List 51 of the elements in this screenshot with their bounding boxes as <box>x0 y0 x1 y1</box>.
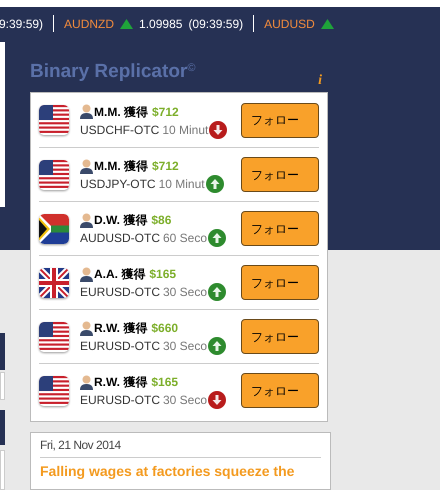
expiry-period: 30 Seco <box>163 338 208 355</box>
person-icon <box>80 320 93 336</box>
stars-stripes-flag-icon <box>39 376 69 406</box>
expiry-period: 10 Minut <box>162 122 208 138</box>
quote-time: (09:39:59) <box>188 16 244 32</box>
follow-button[interactable]: フォロー <box>241 373 319 408</box>
profit-amount: $86 <box>151 212 172 229</box>
currency-pair[interactable]: AUDUSD <box>264 14 315 32</box>
trader-name: D.W. 獲得 <box>94 212 148 229</box>
cross-flag-icon <box>39 268 69 298</box>
news-date: Fri, 21 Nov 2014 <box>40 433 321 458</box>
follow-button[interactable]: フォロー <box>241 102 319 138</box>
asset-name: EURUSD-OTC <box>80 284 160 301</box>
asset-name: USDJPY-OTC <box>80 176 156 193</box>
expiry-period: 10 Minut <box>158 176 205 193</box>
side-panel <box>0 372 5 400</box>
profit-amount: $712 <box>152 158 179 175</box>
expiry-period: 30 Seco <box>163 284 208 301</box>
asset-name: EURUSD-OTC <box>80 392 160 409</box>
person-icon <box>80 266 93 282</box>
info-link[interactable]: i <box>318 70 322 92</box>
person-icon <box>80 374 93 390</box>
asset-name: USDCHF-OTC <box>80 122 160 138</box>
profit-amount: $712 <box>152 104 179 120</box>
striped-flag-icon <box>39 214 69 244</box>
profit-amount: $165 <box>149 266 176 283</box>
person-icon <box>80 104 93 119</box>
person-icon <box>80 212 93 228</box>
trader-name: R.W. 獲得 <box>94 374 148 391</box>
stars-stripes-flag-icon <box>39 105 69 135</box>
expiry-period: 60 Seco <box>163 230 208 247</box>
follow-button[interactable]: フォロー <box>241 211 319 246</box>
price: 1.09985 <box>139 16 182 32</box>
trader-name: A.A. 獲得 <box>94 266 146 283</box>
expiry-period: 30 Seco <box>163 392 208 409</box>
profit-amount: $660 <box>151 320 178 337</box>
follow-button[interactable]: フォロー <box>241 157 319 192</box>
asset-name: AUDUSD-OTC <box>80 230 160 247</box>
trader-name: M.M. 獲得 <box>94 158 148 175</box>
asset-name: EURUSD-OTC <box>80 338 160 355</box>
stars-stripes-flag-icon <box>39 322 69 352</box>
person-icon <box>80 158 93 174</box>
profit-amount: $165 <box>151 374 178 391</box>
follow-button[interactable]: フォロー <box>241 265 319 300</box>
side-panel <box>0 450 5 490</box>
widget-title: Binary Replicator$^{©}$ <box>30 60 196 84</box>
follow-button[interactable]: フォロー <box>241 319 319 354</box>
trader-name: R.W. 獲得 <box>94 320 148 337</box>
stars-stripes-flag-icon <box>39 160 69 190</box>
trader-name: M.M. 獲得 <box>94 104 148 120</box>
currency-pair[interactable]: AUDNZD <box>64 14 114 32</box>
